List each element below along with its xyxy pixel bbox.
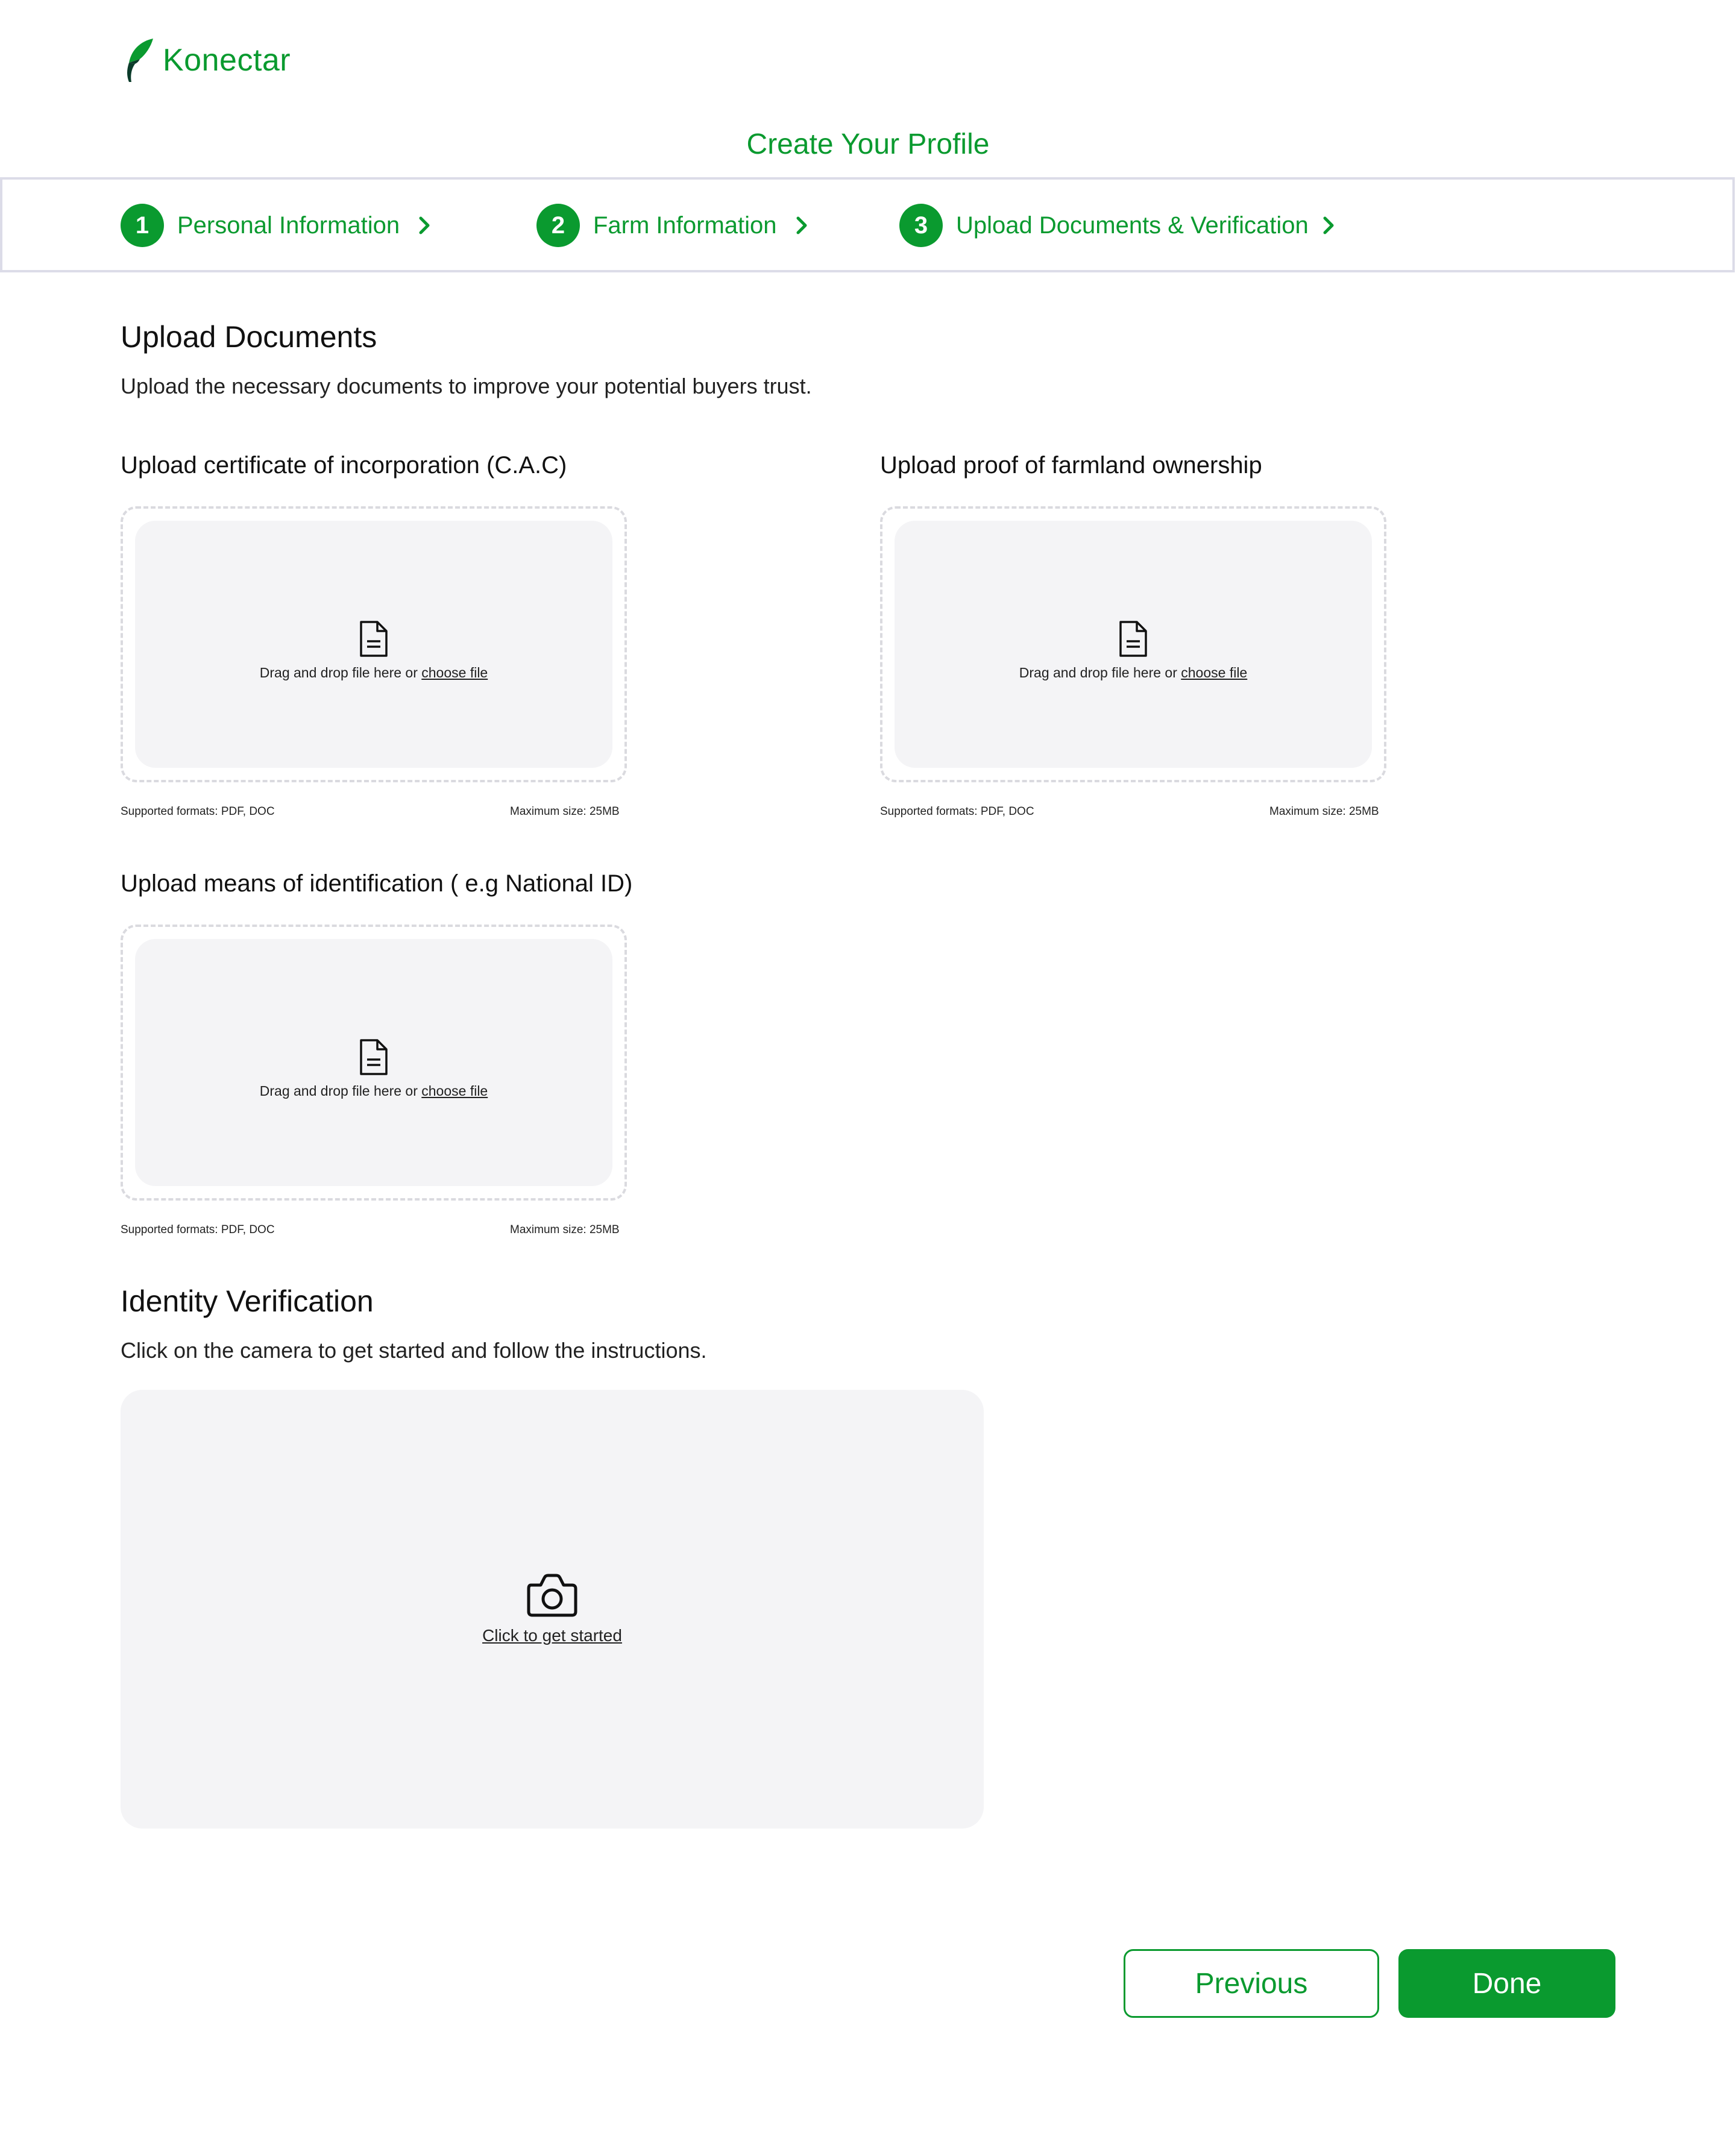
maximum-size: Maximum size: 25MB	[510, 805, 620, 818]
step-upload-documents-verification[interactable]: 3 Upload Documents & Verification	[899, 204, 1342, 247]
drop-instructions: Drag and drop file here or choose file	[1019, 664, 1248, 680]
chevron-right-icon	[795, 213, 816, 237]
previous-button[interactable]: Previous	[1124, 1949, 1379, 2018]
identity-verification-description: Click on the camera to get started and f…	[121, 1338, 707, 1363]
dropzone-area[interactable]: Drag and drop file here or choose file	[135, 939, 612, 1186]
leaf-logo-icon	[127, 39, 153, 82]
supported-formats: Supported formats: PDF, DOC	[121, 1223, 275, 1236]
upload-documents-title: Upload Documents	[121, 320, 377, 354]
brand-name: Konectar	[163, 43, 291, 78]
identity-verification-title: Identity Verification	[121, 1284, 374, 1318]
step-farm-information[interactable]: 2 Farm Information	[536, 204, 816, 247]
farmland-upload-label: Upload proof of farmland ownership	[880, 452, 1262, 479]
cac-dropzone[interactable]: Drag and drop file here or choose file	[121, 506, 627, 782]
drop-instructions: Drag and drop file here or choose file	[259, 1082, 488, 1099]
brand-logo[interactable]: Konectar	[123, 36, 291, 84]
document-icon	[1119, 620, 1147, 657]
done-button[interactable]: Done	[1398, 1949, 1615, 2018]
drop-instructions: Drag and drop file here or choose file	[259, 664, 488, 680]
choose-file-link[interactable]: choose file	[421, 1083, 488, 1099]
identification-dropzone[interactable]: Drag and drop file here or choose file	[121, 925, 627, 1201]
document-icon	[360, 1038, 388, 1075]
choose-file-link[interactable]: choose file	[421, 665, 488, 680]
step-label: Farm Information	[593, 212, 777, 239]
chevron-right-icon	[418, 213, 438, 237]
chevron-right-icon	[1322, 213, 1342, 237]
maximum-size: Maximum size: 25MB	[510, 1223, 620, 1236]
maximum-size: Maximum size: 25MB	[1269, 805, 1379, 818]
page-title: Create Your Profile	[746, 128, 990, 160]
step-number: 1	[121, 204, 164, 247]
step-number: 3	[899, 204, 943, 247]
supported-formats: Supported formats: PDF, DOC	[880, 805, 1034, 818]
document-icon	[360, 620, 388, 657]
cac-upload-label: Upload certificate of incorporation (C.A…	[121, 452, 567, 479]
step-number: 2	[536, 204, 580, 247]
click-to-get-started-link[interactable]: Click to get started	[482, 1626, 622, 1645]
supported-formats: Supported formats: PDF, DOC	[121, 805, 275, 818]
step-label: Upload Documents & Verification	[956, 212, 1309, 239]
farmland-dropzone[interactable]: Drag and drop file here or choose file	[880, 506, 1386, 782]
profile-page: Konectar Create Your Profile 1 Personal …	[0, 0, 1736, 2148]
camera-capture-area[interactable]: Click to get started	[121, 1390, 984, 1829]
profile-stepper: 1 Personal Information 2 Farm Informatio…	[0, 177, 1735, 272]
camera-icon	[527, 1574, 577, 1617]
identification-upload-label: Upload means of identification ( e.g Nat…	[121, 870, 633, 897]
step-label: Personal Information	[177, 212, 400, 239]
step-personal-information[interactable]: 1 Personal Information	[121, 204, 438, 247]
dropzone-area[interactable]: Drag and drop file here or choose file	[135, 521, 612, 768]
dropzone-area[interactable]: Drag and drop file here or choose file	[895, 521, 1372, 768]
upload-documents-description: Upload the necessary documents to improv…	[121, 374, 812, 398]
choose-file-link[interactable]: choose file	[1181, 665, 1247, 680]
